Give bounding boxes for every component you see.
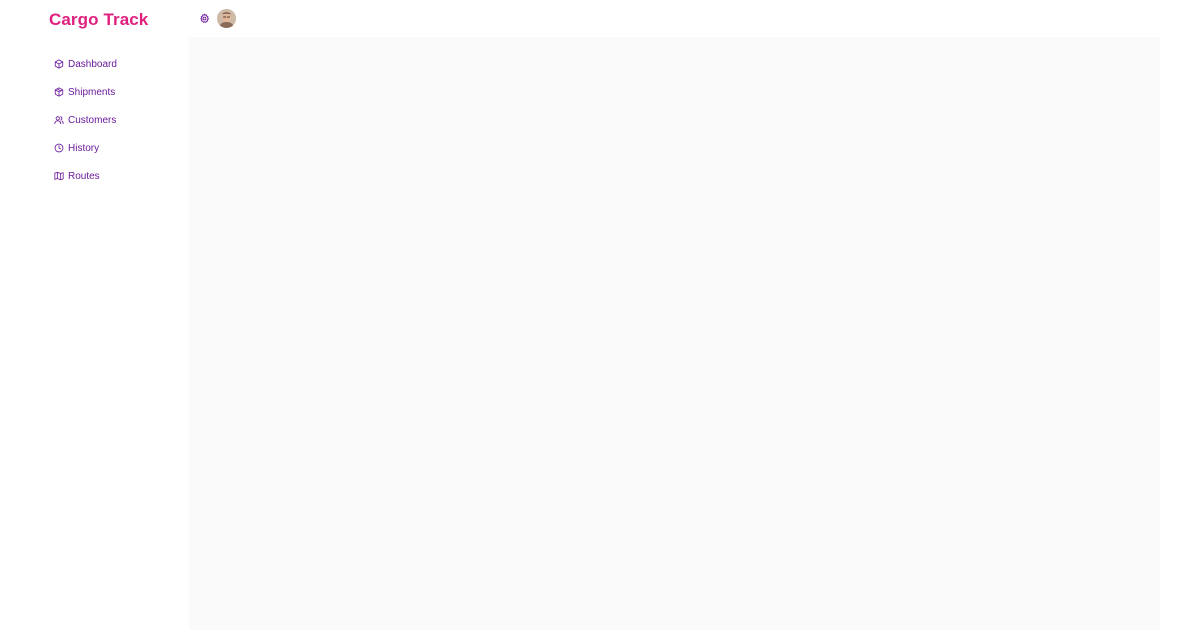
sidebar-item-label: History	[68, 142, 100, 154]
package-icon	[54, 87, 64, 97]
app-root: Cargo Track Dashboard Shipments Customer…	[0, 0, 1200, 630]
clock-icon	[54, 143, 64, 153]
map-icon	[54, 171, 64, 181]
sidebar-item-dashboard[interactable]: Dashboard	[54, 56, 184, 72]
sidebar-item-label: Dashboard	[68, 58, 117, 70]
main-content	[189, 37, 1160, 630]
sidebar: Dashboard Shipments Customers History Ro…	[54, 56, 184, 196]
gear-icon[interactable]	[199, 13, 210, 24]
avatar[interactable]	[217, 9, 236, 28]
sidebar-item-label: Routes	[68, 170, 100, 182]
sidebar-item-label: Customers	[68, 114, 117, 126]
sidebar-item-customers[interactable]: Customers	[54, 112, 184, 128]
sidebar-item-routes[interactable]: Routes	[54, 168, 184, 184]
sidebar-item-label: Shipments	[68, 86, 116, 98]
topbar	[189, 0, 1160, 37]
app-title: Cargo Track	[49, 10, 149, 29]
cube-icon	[54, 59, 64, 69]
sidebar-item-history[interactable]: History	[54, 140, 184, 156]
sidebar-item-shipments[interactable]: Shipments	[54, 84, 184, 100]
users-icon	[54, 115, 64, 125]
